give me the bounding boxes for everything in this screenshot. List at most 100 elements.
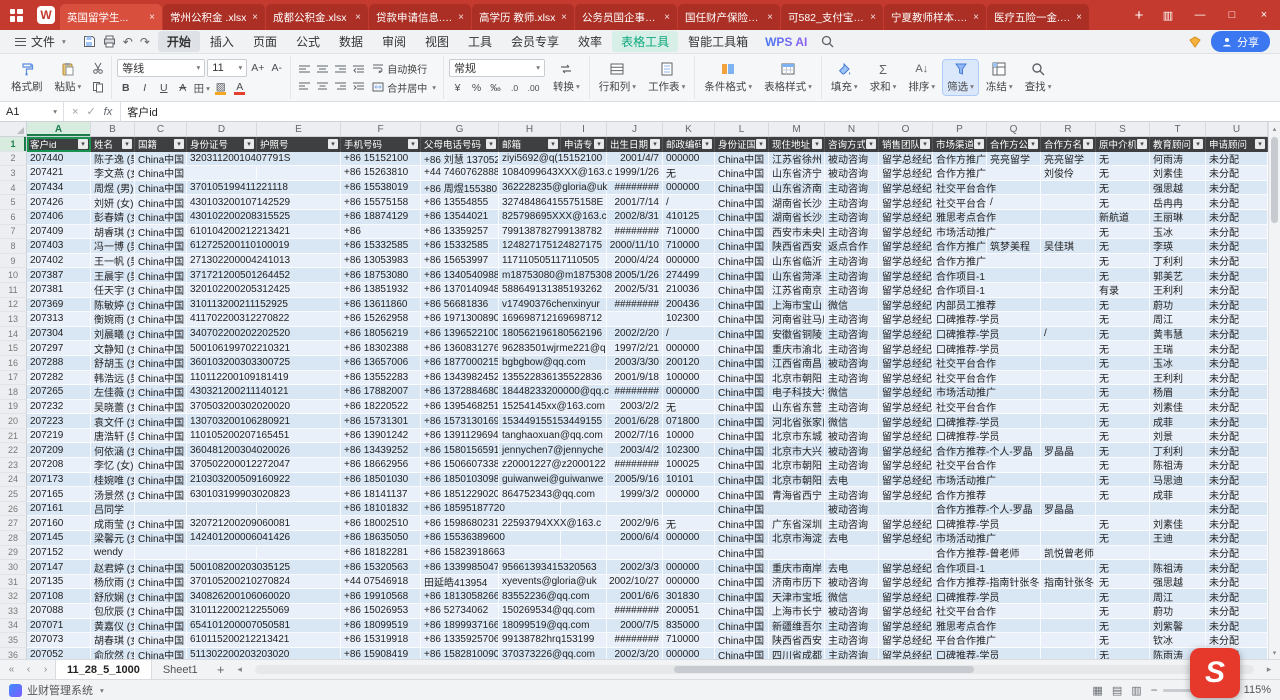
menu-item-9[interactable]: 效率 bbox=[569, 31, 611, 52]
increase-indent-button[interactable] bbox=[350, 79, 366, 93]
cell[interactable]: 430321200211140121 bbox=[187, 385, 257, 400]
cell[interactable]: +86 13544021 bbox=[421, 210, 499, 225]
cell[interactable] bbox=[1041, 356, 1096, 371]
cell[interactable]: 2002/10/27 bbox=[607, 575, 663, 590]
cell[interactable]: ziyi5692@q(15152100 bbox=[499, 152, 561, 167]
cell[interactable] bbox=[499, 502, 561, 517]
cell[interactable]: 微信 bbox=[825, 385, 879, 400]
hscroll-left-icon[interactable]: ◂ bbox=[233, 660, 247, 679]
cell[interactable]: 主动咨询 bbox=[825, 312, 879, 327]
cell[interactable]: 未分配 bbox=[1206, 487, 1268, 502]
cell[interactable] bbox=[987, 516, 1041, 531]
cell[interactable]: 广东省深圳 bbox=[769, 516, 825, 531]
row-number[interactable]: 33 bbox=[0, 604, 27, 619]
cell[interactable]: China中国 bbox=[715, 385, 769, 400]
cell[interactable]: 留学总经纪 bbox=[879, 225, 933, 240]
cell[interactable]: China中国 bbox=[135, 400, 187, 415]
row-number[interactable]: 18 bbox=[0, 385, 27, 400]
font-size-select[interactable]: 11▾ bbox=[207, 59, 247, 77]
cell[interactable] bbox=[1041, 298, 1096, 313]
cell[interactable]: +86 15731301 bbox=[341, 414, 421, 429]
cell[interactable]: 市场活动推广 bbox=[933, 531, 987, 546]
cell[interactable]: +86 15908419 bbox=[341, 648, 421, 659]
search-button[interactable] bbox=[815, 35, 840, 48]
cell[interactable]: China中国 bbox=[715, 152, 769, 167]
cell[interactable]: 任天宇 (女 bbox=[91, 283, 135, 298]
cell[interactable]: 360481200304020026 bbox=[187, 443, 257, 458]
cell[interactable]: 济南市历下 bbox=[769, 575, 825, 590]
row-number[interactable]: 16 bbox=[0, 356, 27, 371]
cell[interactable]: China中国 bbox=[715, 502, 769, 517]
cell[interactable]: 207160 bbox=[27, 516, 91, 531]
cell[interactable]: 411702200312270822 bbox=[187, 312, 257, 327]
cell[interactable]: China中国 bbox=[715, 589, 769, 604]
cell[interactable]: +86 13901242 bbox=[341, 429, 421, 444]
cell[interactable]: ######## bbox=[607, 225, 663, 240]
document-tab[interactable]: 公务员国企事业单...× bbox=[575, 4, 677, 30]
cell[interactable]: China中国 bbox=[135, 414, 187, 429]
cell[interactable]: 合作方推荐-个人-罗晶 bbox=[933, 502, 987, 517]
cell[interactable]: 留学总经纪 bbox=[879, 341, 933, 356]
cell[interactable]: +86 18999371661 bbox=[421, 619, 499, 634]
cell[interactable]: 合作方推荐-曾老师 bbox=[933, 546, 987, 561]
conditional-format-button[interactable]: 条件格式▾ bbox=[700, 60, 756, 95]
italic-button[interactable]: I bbox=[136, 80, 153, 97]
cell[interactable] bbox=[769, 502, 825, 517]
cell[interactable]: 370105199411221118 bbox=[187, 181, 257, 196]
cell[interactable]: 主动咨询 bbox=[825, 225, 879, 240]
filter-dropdown-icon[interactable]: ▾ bbox=[174, 139, 184, 149]
cell[interactable]: +86 15320563 bbox=[341, 560, 421, 575]
cell[interactable] bbox=[187, 502, 257, 517]
cell[interactable]: 主动咨询 bbox=[825, 341, 879, 356]
cell[interactable]: 社交平台合作 bbox=[933, 458, 987, 473]
cell[interactable]: China中国 bbox=[715, 254, 769, 269]
cell[interactable] bbox=[1041, 195, 1096, 210]
document-tab[interactable]: 医疗五险一金.xlsx× bbox=[987, 4, 1089, 30]
align-bottom-button[interactable] bbox=[332, 62, 348, 76]
cell[interactable]: China中国 bbox=[135, 356, 187, 371]
cell[interactable]: 山东省济宁 bbox=[769, 166, 825, 181]
row-number[interactable]: 20 bbox=[0, 414, 27, 429]
cell[interactable] bbox=[607, 546, 663, 561]
tab-close-icon[interactable]: × bbox=[767, 12, 773, 23]
cell[interactable]: China中国 bbox=[135, 181, 187, 196]
menu-item-3[interactable]: 公式 bbox=[287, 31, 329, 52]
row-number[interactable]: 2 bbox=[0, 152, 27, 167]
cell[interactable]: China中国 bbox=[135, 473, 187, 488]
cell[interactable] bbox=[1041, 210, 1096, 225]
cell[interactable]: +86 18182281 bbox=[341, 546, 421, 561]
cell[interactable]: 000000 bbox=[663, 385, 715, 400]
cell[interactable]: 社交平台合作 bbox=[933, 371, 987, 386]
document-tab[interactable]: 常州公积金 .xlsx× bbox=[163, 4, 265, 30]
menu-item-1[interactable]: 插入 bbox=[201, 31, 243, 52]
cell[interactable]: China中国 bbox=[135, 283, 187, 298]
cell[interactable] bbox=[1041, 225, 1096, 240]
cell[interactable]: 王迪 bbox=[1150, 531, 1206, 546]
cell[interactable]: +86 15066073386 bbox=[421, 458, 499, 473]
cell[interactable]: 陈祖涛 bbox=[1150, 458, 1206, 473]
merge-center-button[interactable]: 合并居中 ▾ bbox=[370, 79, 438, 96]
cell[interactable] bbox=[1041, 341, 1096, 356]
cell[interactable]: 北京市东城 bbox=[769, 429, 825, 444]
cell[interactable]: China中国 bbox=[715, 356, 769, 371]
cell[interactable]: 710000 bbox=[663, 633, 715, 648]
column-header-K[interactable]: K bbox=[663, 122, 715, 136]
row-number[interactable]: 8 bbox=[0, 239, 27, 254]
cell[interactable]: 王晨宇 (男 bbox=[91, 268, 135, 283]
cell[interactable]: 320721200209060081 bbox=[187, 516, 257, 531]
cell[interactable]: 未分配 bbox=[1206, 400, 1268, 415]
cell[interactable]: 未分配 bbox=[1206, 546, 1268, 561]
row-number[interactable]: 14 bbox=[0, 327, 27, 342]
cell[interactable]: 罗晶晶 bbox=[1041, 443, 1096, 458]
cell[interactable]: China中国 bbox=[135, 268, 187, 283]
cell[interactable]: 平台合作推广 bbox=[933, 633, 987, 648]
cell[interactable]: 留学总经纪 bbox=[879, 181, 933, 196]
cell[interactable]: China中国 bbox=[715, 283, 769, 298]
cell[interactable]: 10101 bbox=[663, 473, 715, 488]
cell[interactable]: 留学总经纪 bbox=[879, 210, 933, 225]
cell[interactable]: 511302200203203020 bbox=[187, 648, 257, 659]
cell[interactable]: 370503200302020020 bbox=[187, 400, 257, 415]
cell[interactable]: 未分配 bbox=[1206, 604, 1268, 619]
cell[interactable]: 000000 bbox=[663, 648, 715, 659]
cell[interactable] bbox=[257, 502, 341, 517]
